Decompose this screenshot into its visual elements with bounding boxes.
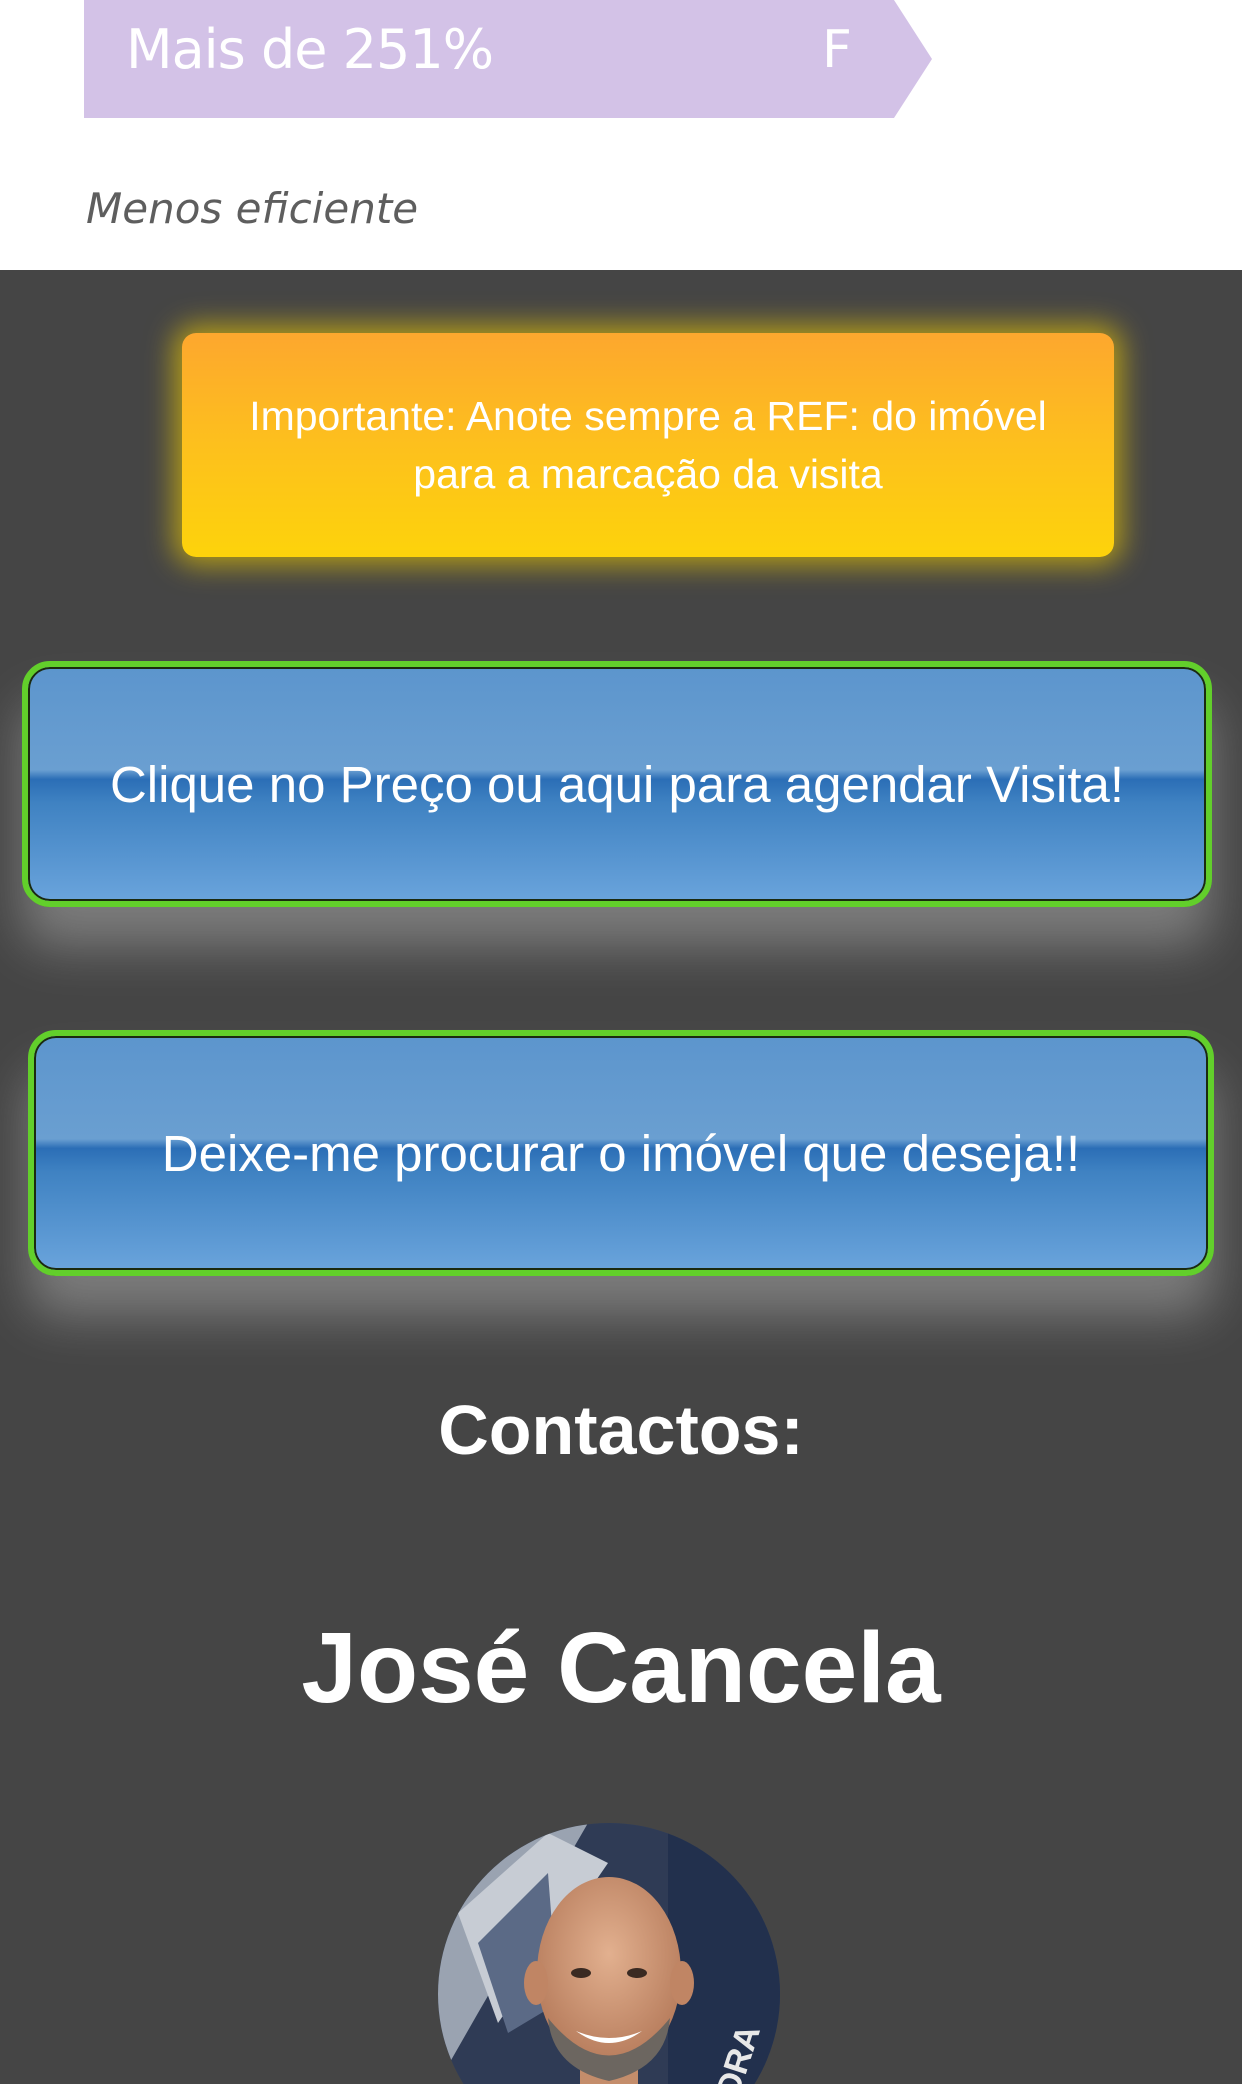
- energy-caption: Menos eficiente: [86, 184, 419, 233]
- important-notice: Importante: Anote sempre a REF: do imóve…: [182, 333, 1114, 557]
- important-notice-text: Importante: Anote sempre a REF: do imóve…: [249, 393, 1047, 497]
- schedule-visit-label: Clique no Preço ou aqui para agendar Vis…: [109, 755, 1125, 813]
- contact-section: Importante: Anote sempre a REF: do imóve…: [0, 270, 1242, 2084]
- agent-name: José Cancela: [301, 1612, 941, 1724]
- schedule-visit-button[interactable]: Clique no Preço ou aqui para agendar Vis…: [22, 661, 1212, 907]
- energy-range-label: Mais de 251%: [126, 18, 494, 81]
- energy-class-bar: Mais de 251% F: [84, 0, 932, 118]
- contacts-heading: Contactos:: [438, 1391, 804, 1469]
- avatar: NDRA: [438, 1823, 780, 2084]
- agent-photo-icon: NDRA: [438, 1823, 780, 2084]
- search-property-button[interactable]: Deixe-me procurar o imóvel que deseja!!: [28, 1030, 1214, 1276]
- energy-class-section: Mais de 251% F Menos eficiente: [0, 0, 1242, 270]
- search-property-label: Deixe-me procurar o imóvel que deseja!!: [161, 1124, 1081, 1182]
- energy-class-letter: F: [822, 20, 852, 80]
